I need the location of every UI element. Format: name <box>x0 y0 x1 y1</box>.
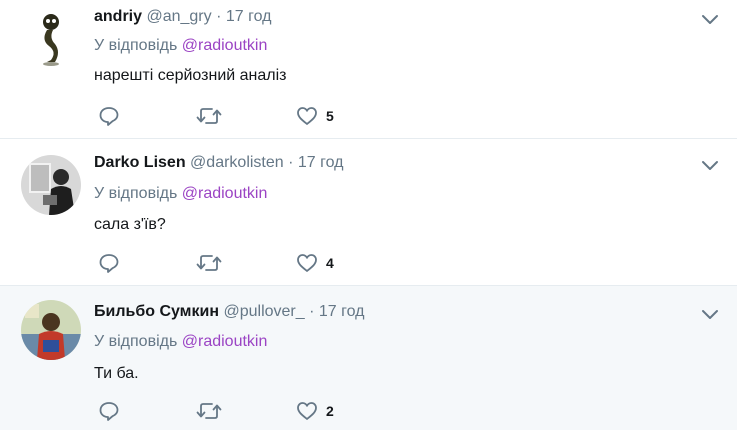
tweet-card[interactable]: Бильбо Сумкин @pullover_ · 17 год У відп… <box>0 286 737 430</box>
avatar[interactable] <box>21 300 81 360</box>
reply-icon <box>99 107 119 126</box>
like-button[interactable]: 4 <box>296 251 334 275</box>
mention-link[interactable]: @radioutkin <box>182 37 268 54</box>
replies-timeline: andriy @an_gry · 17 год У відповідь @rad… <box>0 0 737 430</box>
retweet-icon <box>196 403 222 419</box>
heart-icon <box>297 254 317 272</box>
timestamp[interactable]: 17 год <box>319 303 365 320</box>
author-name[interactable]: Darko Lisen <box>94 154 186 171</box>
mention-link[interactable]: @radioutkin <box>182 185 268 202</box>
author-handle[interactable]: @darkolisten <box>190 154 284 171</box>
reply-context: У відповідь @radioutkin <box>94 332 267 352</box>
retweet-icon <box>196 255 222 271</box>
chevron-down-icon[interactable] <box>701 158 719 172</box>
timestamp[interactable]: 17 год <box>226 8 272 25</box>
reply-icon <box>99 254 119 273</box>
author-name[interactable]: andriy <box>94 8 142 25</box>
like-button[interactable]: 2 <box>296 399 334 423</box>
tweet-card[interactable]: andriy @an_gry · 17 год У відповідь @rad… <box>0 0 737 139</box>
reply-button[interactable] <box>98 251 120 275</box>
separator-dot: · <box>288 154 294 171</box>
heart-icon <box>297 402 317 420</box>
tweet-header: Darko Lisen @darkolisten · 17 год <box>94 152 344 174</box>
tweet-text: Ти ба. <box>94 365 139 382</box>
tweet-card[interactable]: Darko Lisen @darkolisten · 17 год У відп… <box>0 139 737 286</box>
chevron-down-icon[interactable] <box>701 307 719 321</box>
author-handle[interactable]: @an_gry <box>146 8 211 25</box>
avatar[interactable] <box>21 155 81 215</box>
reply-prefix: У відповідь <box>94 185 178 202</box>
retweet-button[interactable] <box>196 104 222 128</box>
like-button[interactable]: 5 <box>296 104 334 128</box>
heart-icon <box>297 107 317 125</box>
reply-context: У відповідь @radioutkin <box>94 184 267 204</box>
timestamp[interactable]: 17 год <box>298 154 344 171</box>
reply-prefix: У відповідь <box>94 37 178 54</box>
tweet-header: andriy @an_gry · 17 год <box>94 6 271 28</box>
author-handle[interactable]: @pullover_ <box>223 303 304 320</box>
retweet-button[interactable] <box>196 251 222 275</box>
retweet-button[interactable] <box>196 399 222 423</box>
reply-prefix: У відповідь <box>94 333 178 350</box>
like-count: 2 <box>326 403 334 419</box>
color-photo-avatar-icon <box>21 300 81 360</box>
grayscale-photo-avatar-icon <box>21 155 81 215</box>
reply-icon <box>99 402 119 421</box>
chevron-down-icon[interactable] <box>701 12 719 26</box>
mention-link[interactable]: @radioutkin <box>182 333 268 350</box>
tweet-text: сала з'їв? <box>94 216 166 233</box>
tweet-text: нарешті серйозний аналіз <box>94 67 287 84</box>
tweet-header: Бильбо Сумкин @pullover_ · 17 год <box>94 301 365 323</box>
separator-dot: · <box>309 303 315 320</box>
author-name[interactable]: Бильбо Сумкин <box>94 303 219 320</box>
like-count: 5 <box>326 108 334 124</box>
like-count: 4 <box>326 255 334 271</box>
cartoon-figure-avatar-icon <box>21 8 81 68</box>
avatar[interactable] <box>21 8 81 68</box>
retweet-icon <box>196 108 222 124</box>
separator-dot: · <box>216 8 222 25</box>
reply-context: У відповідь @radioutkin <box>94 36 267 56</box>
reply-button[interactable] <box>98 104 120 128</box>
reply-button[interactable] <box>98 399 120 423</box>
